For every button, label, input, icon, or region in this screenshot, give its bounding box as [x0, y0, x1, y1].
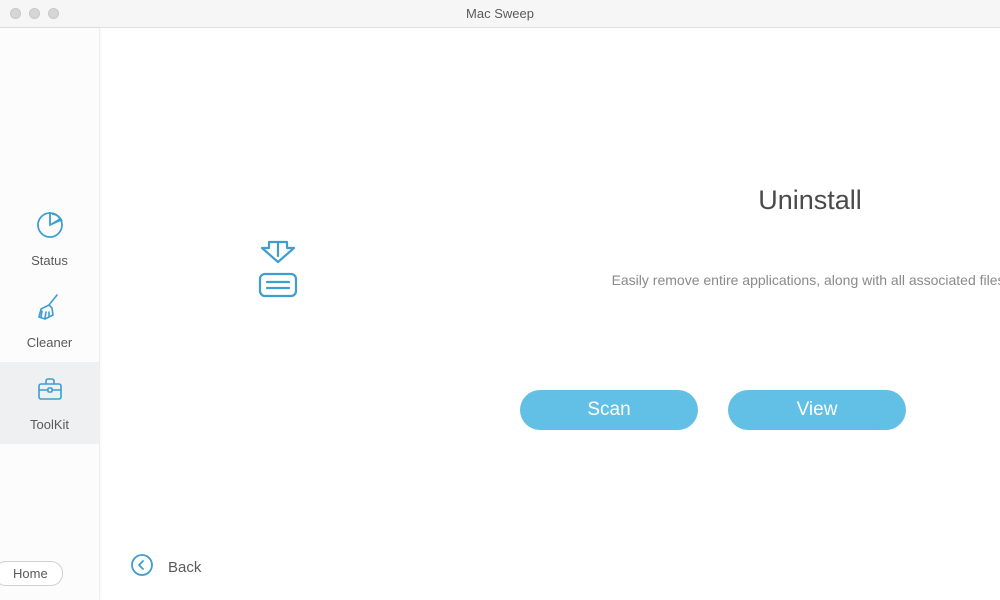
feature-description: Easily remove entire applications, along… [550, 270, 1000, 291]
sidebar-item-label: Status [31, 253, 68, 268]
sidebar-item-label: ToolKit [30, 417, 69, 432]
window-title: Mac Sweep [466, 6, 534, 21]
scan-button-label: Scan [587, 399, 630, 420]
minimize-window-button[interactable] [29, 8, 40, 19]
action-buttons: Scan View [520, 390, 906, 430]
sidebar-item-label: Cleaner [27, 335, 73, 350]
back-arrow-icon [130, 553, 154, 582]
view-button[interactable]: View [728, 390, 906, 430]
zoom-window-button[interactable] [48, 8, 59, 19]
scan-button[interactable]: Scan [520, 390, 698, 430]
titlebar: Mac Sweep [0, 0, 1000, 28]
broom-icon [35, 292, 65, 327]
sidebar-item-toolkit[interactable]: ToolKit [0, 362, 99, 444]
briefcase-icon [35, 374, 65, 409]
window-controls [0, 8, 59, 19]
uninstall-icon [250, 240, 306, 305]
home-button[interactable]: Home [0, 561, 63, 586]
back-button[interactable]: Back [130, 553, 201, 582]
home-button-label: Home [13, 566, 48, 581]
feature-title: Uninstall [620, 185, 1000, 216]
pie-chart-icon [35, 210, 65, 245]
main-panel: Uninstall Easily remove entire applicati… [100, 28, 1000, 600]
sidebar-item-cleaner[interactable]: Cleaner [0, 280, 99, 362]
sidebar-item-status[interactable]: Status [0, 198, 99, 280]
sidebar: Status Cleaner [0, 28, 100, 600]
close-window-button[interactable] [10, 8, 21, 19]
view-button-label: View [797, 399, 838, 420]
back-label: Back [168, 559, 201, 576]
